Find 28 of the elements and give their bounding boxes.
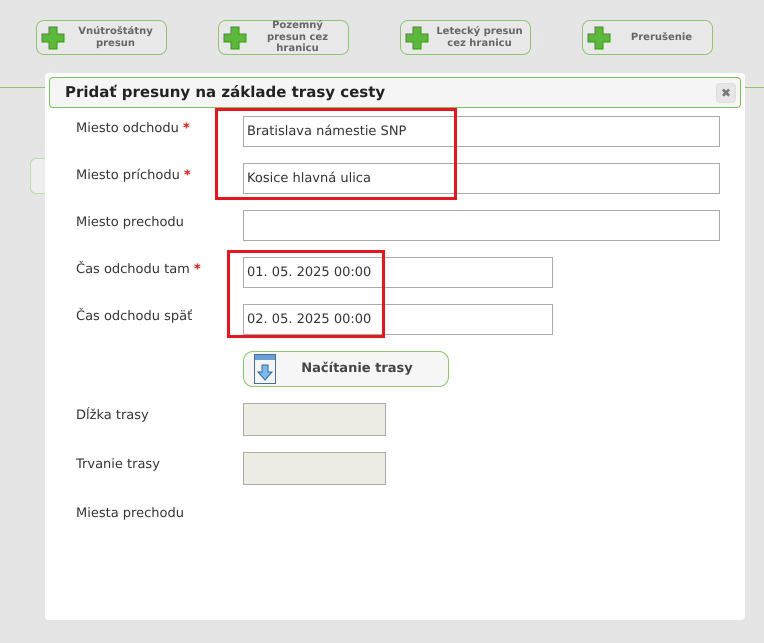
input-field[interactable] bbox=[243, 210, 720, 241]
input-field[interactable]: Kosice hlavná ulica bbox=[243, 163, 720, 194]
toolbar-button[interactable]: Prerušenie bbox=[582, 20, 713, 55]
field-label: Miesto odchodu bbox=[76, 121, 179, 136]
field-label: Miesto príchodu bbox=[76, 168, 180, 183]
field-label: Miesto prechodu bbox=[76, 215, 184, 230]
required-mark: * bbox=[194, 262, 201, 277]
plus-icon bbox=[223, 26, 247, 50]
field-label: Trvanie trasy bbox=[76, 457, 160, 472]
field-label: Dĺžka trasy bbox=[76, 408, 149, 423]
field-label: Čas odchodu späť bbox=[76, 309, 192, 324]
close-button[interactable]: ✖ bbox=[716, 82, 736, 102]
dialog-title: Pridať presuny na základe trasy cesty bbox=[65, 82, 386, 104]
toolbar-button[interactable]: Vnútroštátny presun bbox=[36, 20, 167, 55]
required-mark: * bbox=[184, 168, 191, 183]
date-field[interactable]: 02. 05. 2025 00:00 bbox=[243, 304, 553, 335]
toolbar-button[interactable]: Letecký presun cez hranicu bbox=[400, 20, 531, 55]
plus-icon bbox=[587, 26, 611, 50]
plus-icon bbox=[41, 26, 65, 50]
date-field[interactable]: 01. 05. 2025 00:00 bbox=[243, 257, 553, 288]
field-label: Čas odchodu tam bbox=[76, 262, 190, 277]
load-route-button[interactable]: Načítanie trasy bbox=[243, 351, 449, 387]
required-mark: * bbox=[182, 121, 190, 136]
download-icon bbox=[254, 354, 276, 384]
input-field[interactable]: Bratislava námestie SNP bbox=[243, 116, 720, 147]
field-label: Miesta prechodu bbox=[76, 506, 184, 521]
plus-icon bbox=[405, 26, 429, 50]
toolbar-button[interactable]: Pozemný presun cez hranicu bbox=[218, 20, 349, 55]
